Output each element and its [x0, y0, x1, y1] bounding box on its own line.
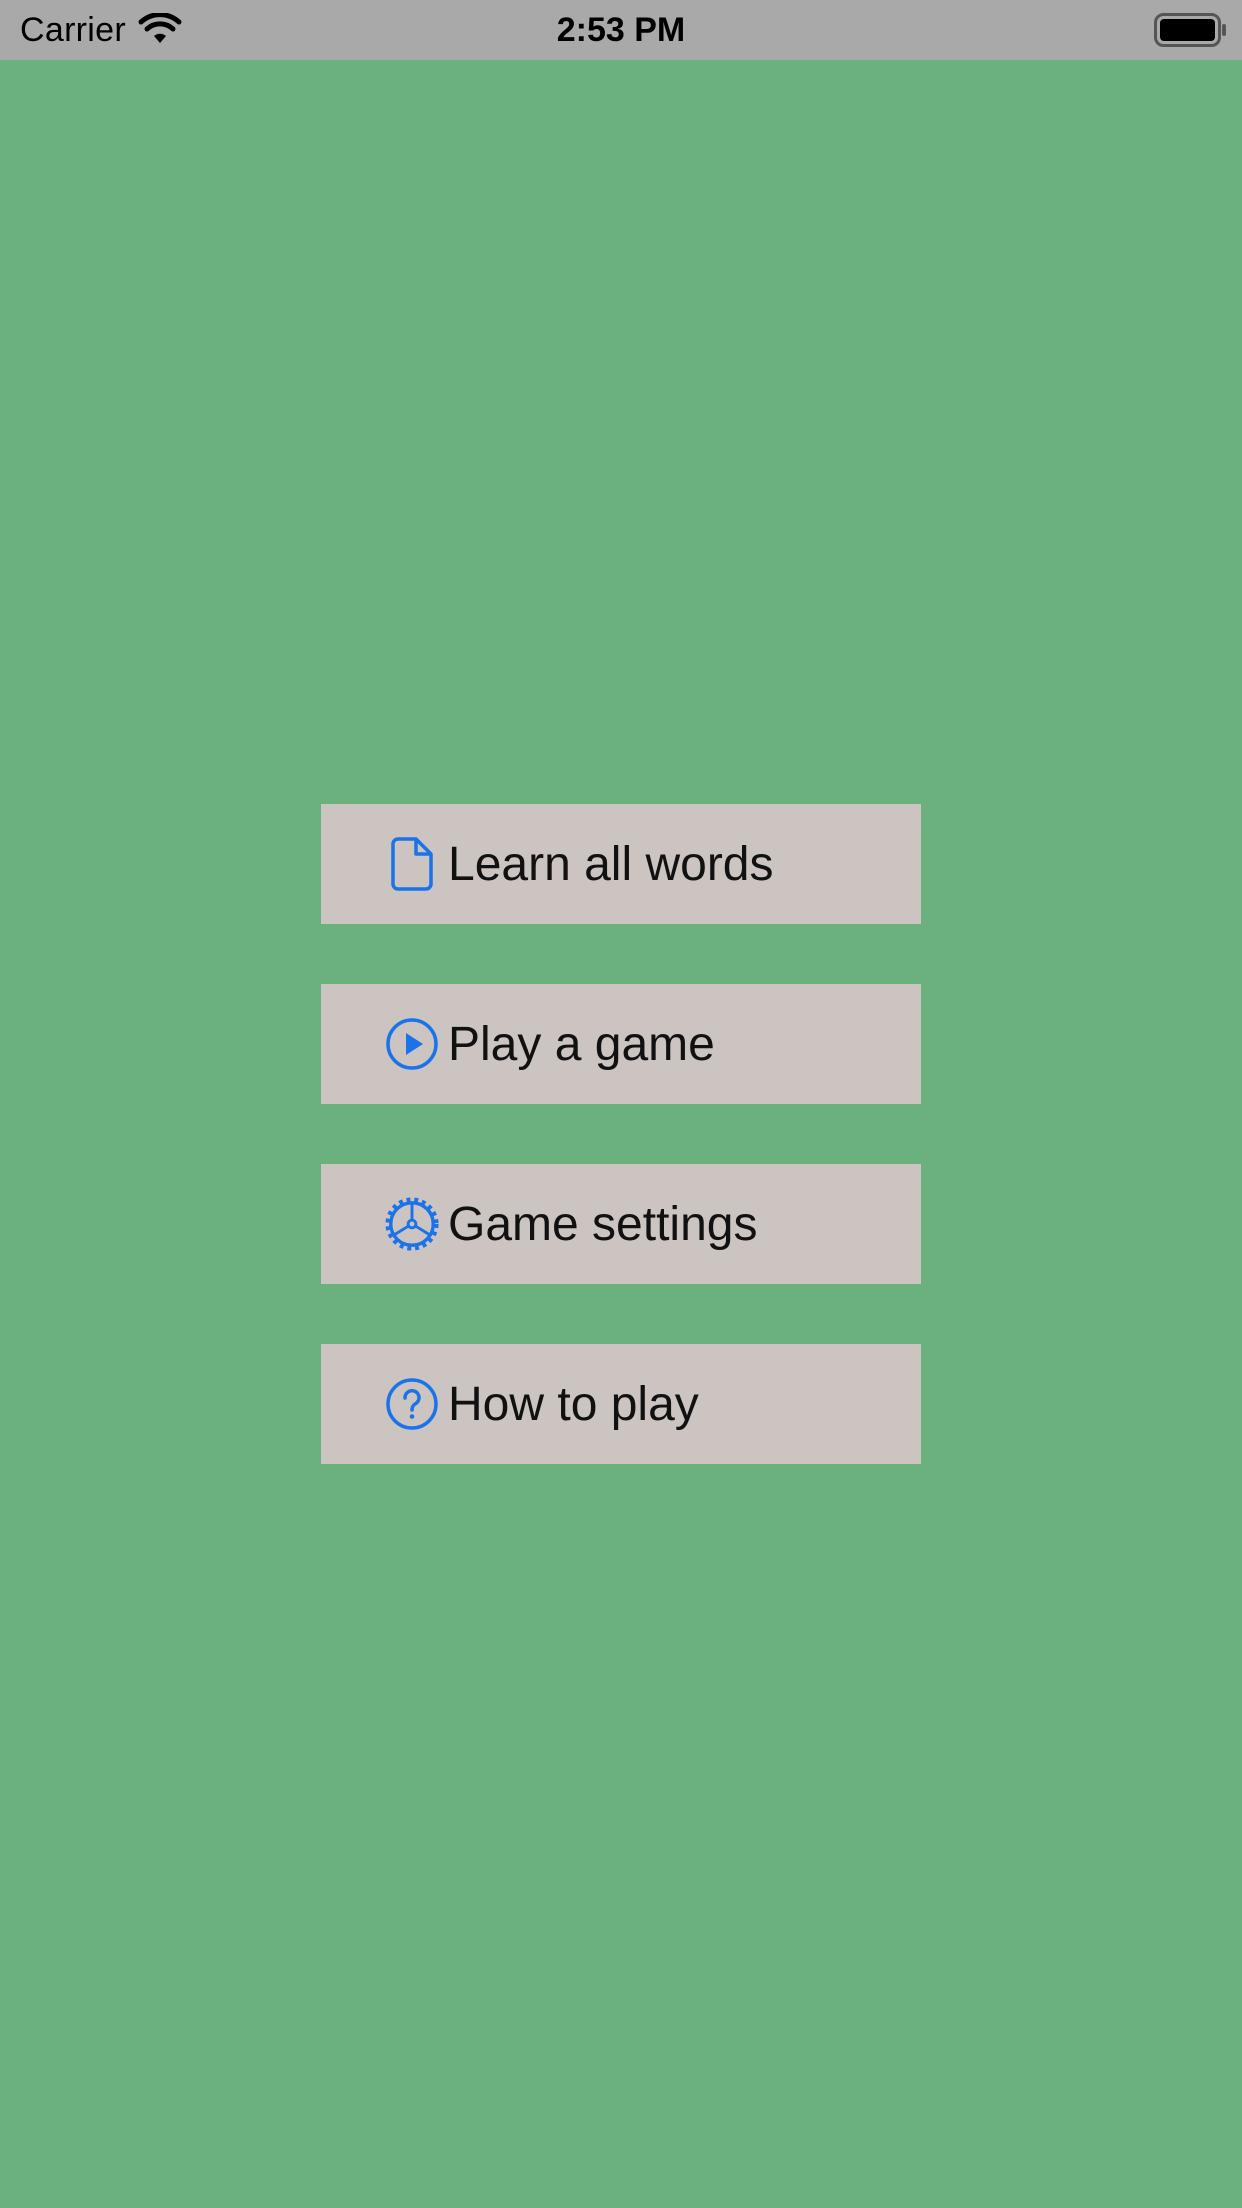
play-circle-icon — [384, 1016, 440, 1072]
game-settings-button[interactable]: Game settings — [321, 1164, 921, 1284]
status-bar: Carrier 2:53 PM — [0, 0, 1242, 60]
play-a-game-button[interactable]: Play a game — [321, 984, 921, 1104]
gear-icon — [384, 1196, 440, 1252]
status-time: 2:53 PM — [556, 11, 686, 49]
learn-all-words-button[interactable]: Learn all words — [321, 804, 921, 924]
how-to-play-label: How to play — [448, 1377, 699, 1431]
how-to-play-button[interactable]: How to play — [321, 1344, 921, 1464]
game-settings-label: Game settings — [448, 1197, 758, 1251]
learn-all-words-label: Learn all words — [448, 837, 774, 891]
play-a-game-label: Play a game — [448, 1017, 715, 1071]
question-circle-icon — [384, 1376, 440, 1432]
main-menu: Learn all words Play a game Game setting… — [321, 804, 921, 1524]
document-icon — [384, 836, 440, 892]
battery-icon — [1154, 13, 1226, 47]
